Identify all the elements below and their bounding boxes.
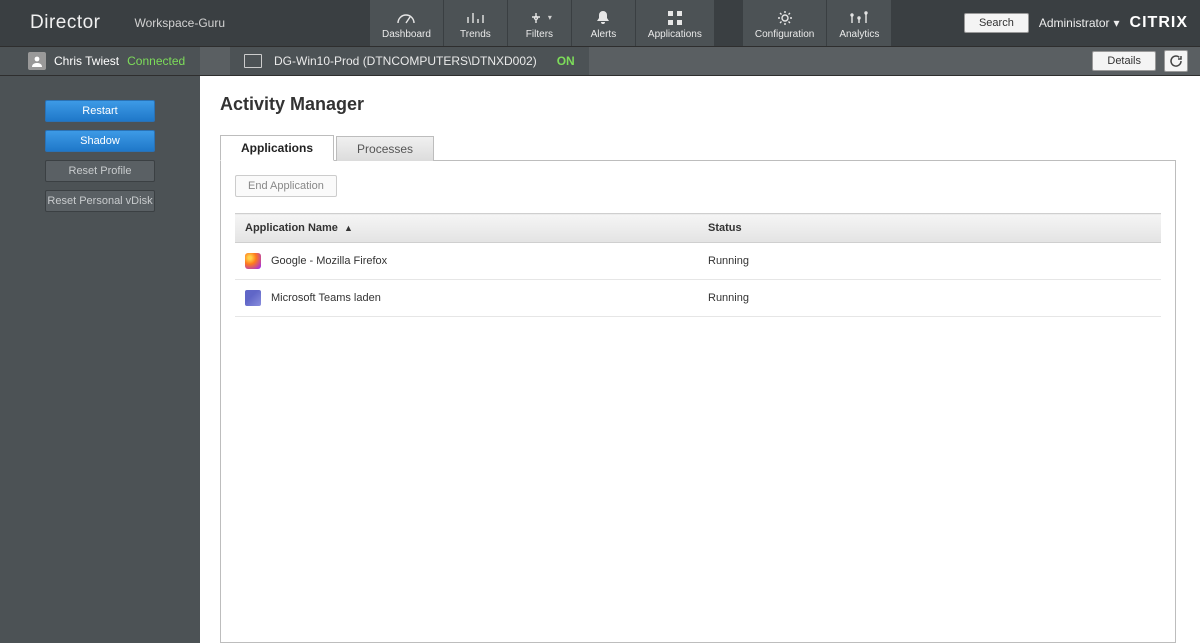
user-status: Connected bbox=[127, 54, 185, 68]
firefox-icon bbox=[245, 253, 261, 269]
nav-analytics[interactable]: Analytics bbox=[827, 0, 892, 46]
nav-configuration[interactable]: Configuration bbox=[743, 0, 827, 46]
primary-nav: Dashboard Trends ▾ Filters Alerts Ap bbox=[370, 0, 892, 46]
monitor-icon bbox=[244, 54, 262, 68]
sessionbar-right: Details bbox=[1092, 50, 1200, 72]
nav-label: Analytics bbox=[839, 29, 879, 40]
top-navbar: Director Workspace-Guru Dashboard Trends… bbox=[0, 0, 1200, 46]
workspace-name: Workspace-Guru bbox=[135, 16, 225, 30]
gear-icon bbox=[777, 9, 793, 27]
tab-applications[interactable]: Applications bbox=[220, 135, 334, 161]
bar-chart-icon bbox=[466, 9, 484, 27]
tab-panel: End Application Application Name ▲ Statu… bbox=[220, 161, 1176, 643]
nav-trends[interactable]: Trends bbox=[444, 0, 508, 46]
nav-label: Configuration bbox=[755, 29, 814, 40]
nav-label: Trends bbox=[460, 29, 491, 40]
topbar-right: Search Administrator ▾ CITRIX bbox=[964, 0, 1200, 46]
tab-bar: Applications Processes bbox=[220, 133, 1176, 161]
table-row[interactable]: Microsoft Teams laden Running bbox=[235, 280, 1161, 317]
col-label: Application Name bbox=[245, 222, 338, 234]
col-status[interactable]: Status bbox=[698, 214, 1161, 243]
page-title: Activity Manager bbox=[220, 94, 1176, 115]
shadow-button[interactable]: Shadow bbox=[45, 130, 155, 152]
nav-applications[interactable]: Applications bbox=[636, 0, 715, 46]
user-icon bbox=[28, 52, 46, 70]
user-name: Chris Twiest bbox=[54, 54, 119, 68]
nav-filters[interactable]: ▾ Filters bbox=[508, 0, 572, 46]
analytics-icon bbox=[850, 9, 868, 27]
grid-icon bbox=[667, 9, 683, 27]
sort-asc-icon: ▲ bbox=[344, 223, 353, 233]
reset-profile-button[interactable]: Reset Profile bbox=[45, 160, 155, 182]
machine-name: DG-Win10-Prod (DTNCOMPUTERS\DTNXD002) bbox=[274, 54, 537, 68]
search-button[interactable]: Search bbox=[964, 13, 1029, 33]
table-row[interactable]: Google - Mozilla Firefox Running bbox=[235, 243, 1161, 280]
nav-gap bbox=[715, 0, 743, 46]
app-name: Microsoft Teams laden bbox=[271, 292, 381, 304]
citrix-logo: CITRIX bbox=[1130, 14, 1188, 32]
chevron-down-icon: ▾ bbox=[1114, 16, 1120, 30]
end-application-button[interactable]: End Application bbox=[235, 175, 337, 197]
body: Restart Shadow Reset Profile Reset Perso… bbox=[0, 76, 1200, 643]
reset-vdisk-button[interactable]: Reset Personal vDisk bbox=[45, 190, 155, 212]
nav-alerts[interactable]: Alerts bbox=[572, 0, 636, 46]
tab-processes[interactable]: Processes bbox=[336, 136, 434, 161]
nav-dashboard[interactable]: Dashboard bbox=[370, 0, 444, 46]
brand-area: Director Workspace-Guru bbox=[0, 0, 370, 46]
refresh-icon bbox=[1169, 54, 1183, 68]
user-chip[interactable]: Chris Twiest Connected bbox=[0, 47, 200, 75]
app-name: Google - Mozilla Firefox bbox=[271, 255, 387, 267]
brand-title: Director bbox=[30, 12, 101, 34]
app-status: Running bbox=[698, 280, 1161, 317]
restart-button[interactable]: Restart bbox=[45, 100, 155, 122]
bell-icon bbox=[595, 9, 611, 27]
app-status: Running bbox=[698, 243, 1161, 280]
applications-table: Application Name ▲ Status Google - Mozil… bbox=[235, 213, 1161, 317]
nav-label: Applications bbox=[648, 29, 702, 40]
details-button[interactable]: Details bbox=[1092, 51, 1156, 71]
admin-menu[interactable]: Administrator ▾ bbox=[1039, 16, 1120, 30]
col-label: Status bbox=[708, 222, 742, 234]
refresh-button[interactable] bbox=[1164, 50, 1188, 72]
main-panel: Activity Manager Applications Processes … bbox=[200, 76, 1200, 643]
admin-label: Administrator bbox=[1039, 16, 1110, 30]
session-bar: Chris Twiest Connected DG-Win10-Prod (DT… bbox=[0, 46, 1200, 76]
nav-label: Filters bbox=[526, 29, 553, 40]
machine-status: ON bbox=[557, 54, 575, 68]
teams-icon bbox=[245, 290, 261, 306]
machine-chip[interactable]: DG-Win10-Prod (DTNCOMPUTERS\DTNXD002) ON bbox=[230, 47, 589, 75]
gauge-icon bbox=[396, 9, 416, 27]
col-application-name[interactable]: Application Name ▲ bbox=[235, 214, 698, 243]
nav-label: Dashboard bbox=[382, 29, 431, 40]
filter-icon: ▾ bbox=[527, 9, 552, 27]
nav-label: Alerts bbox=[591, 29, 617, 40]
sidebar: Restart Shadow Reset Profile Reset Perso… bbox=[0, 76, 200, 643]
chevron-down-icon: ▾ bbox=[548, 13, 552, 22]
